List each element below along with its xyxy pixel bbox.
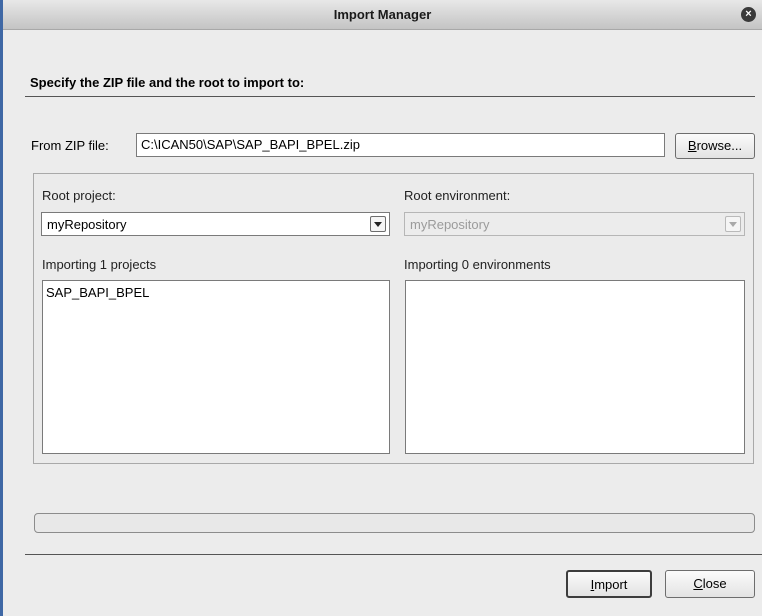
import-button[interactable]: Import (566, 570, 652, 598)
import-label: mport (594, 577, 628, 592)
heading-separator (25, 96, 755, 97)
instruction-heading: Specify the ZIP file and the root to imp… (30, 75, 305, 90)
list-item[interactable]: SAP_BAPI_BPEL (46, 285, 386, 300)
title-bar[interactable]: Import Manager × (3, 0, 762, 30)
root-project-dropdown-arrow-icon[interactable] (370, 216, 386, 232)
roots-panel: Root project: myRepository Importing 1 p… (33, 173, 754, 464)
root-project-select[interactable]: myRepository (41, 212, 390, 236)
close-button[interactable]: Close (665, 570, 755, 598)
footer-separator (25, 554, 762, 555)
root-project-value: myRepository (47, 217, 127, 232)
import-manager-window: Import Manager × Specify the ZIP file an… (0, 0, 762, 616)
browse-label: rowse... (696, 138, 743, 153)
import-progress-bar (34, 513, 755, 533)
environments-list[interactable] (405, 280, 745, 454)
root-project-label: Root project: (42, 188, 116, 203)
browse-mnemonic: B (687, 138, 697, 153)
window-title: Import Manager (333, 7, 432, 22)
projects-list[interactable]: SAP_BAPI_BPEL (42, 280, 390, 454)
zip-file-label: From ZIP file: (31, 138, 109, 153)
zip-file-input[interactable]: C:\ICAN50\SAP\SAP_BAPI_BPEL.zip (136, 133, 665, 157)
root-environment-label: Root environment: (404, 188, 511, 203)
root-environment-value: myRepository (410, 217, 490, 232)
close-icon[interactable]: × (741, 7, 756, 22)
root-environment-select: myRepository (404, 212, 745, 236)
close-mnemonic: C (693, 576, 703, 591)
browse-button[interactable]: Browse... (675, 133, 755, 159)
environments-list-label: Importing 0 environments (404, 257, 551, 272)
root-environment-dropdown-arrow-icon (725, 216, 741, 232)
close-label: lose (702, 576, 727, 591)
projects-list-label: Importing 1 projects (42, 257, 157, 272)
